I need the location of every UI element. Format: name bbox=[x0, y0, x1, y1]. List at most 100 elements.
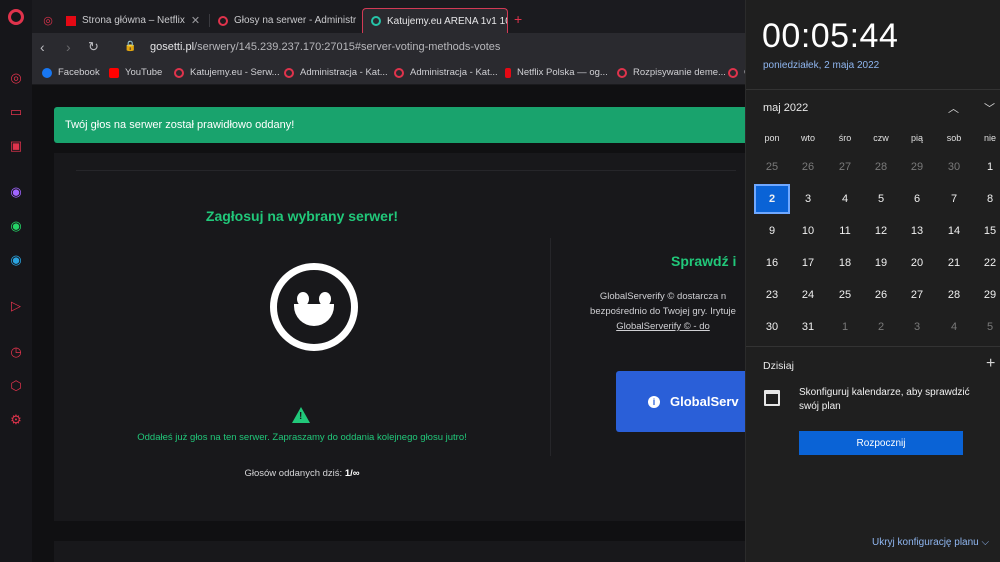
calendar-day[interactable]: 26 bbox=[790, 152, 826, 182]
gs-line-1: GlobalServerify © dostarcza n bbox=[599, 291, 727, 302]
calendar-day[interactable]: 26 bbox=[863, 280, 899, 310]
weekday-label: wto bbox=[800, 133, 815, 143]
calendar-day[interactable]: 1 bbox=[972, 152, 1000, 182]
new-tab-button[interactable]: + bbox=[514, 11, 522, 27]
telegram-icon[interactable]: ◉ bbox=[8, 252, 24, 268]
calendar-day[interactable]: 12 bbox=[863, 216, 899, 246]
hide-plan-link[interactable]: Ukryj konfigurację planu ⌵ bbox=[872, 537, 989, 548]
calendar-day[interactable]: 5 bbox=[972, 312, 1000, 342]
tab-close-icon[interactable]: ✕ bbox=[356, 14, 360, 27]
player-icon[interactable]: ▷ bbox=[8, 298, 24, 314]
month-label[interactable]: maj 2022 bbox=[763, 102, 808, 114]
opera-logo-icon[interactable] bbox=[8, 9, 24, 25]
opera-icon bbox=[617, 67, 627, 78]
tab-katujemy-active[interactable]: Katujemy.eu ARENA 1v1 10 bbox=[362, 8, 508, 33]
calendar-day[interactable]: 1 bbox=[827, 312, 863, 342]
globalserverify-button[interactable]: i GlobalServ bbox=[616, 371, 745, 432]
url-field[interactable]: gosetti.pl/serwery/145.239.237.170:27015… bbox=[150, 41, 500, 53]
calendar-day[interactable]: 31 bbox=[790, 312, 826, 342]
calendar-day[interactable]: 2 bbox=[863, 312, 899, 342]
calendar-day[interactable]: 9 bbox=[754, 216, 790, 246]
globalserverify-button-label: GlobalServ bbox=[670, 394, 739, 409]
forward-icon[interactable]: › bbox=[66, 39, 71, 55]
extensions-icon[interactable]: ⬡ bbox=[8, 378, 24, 394]
calendar-day[interactable]: 28 bbox=[863, 152, 899, 182]
calendar-day[interactable]: 30 bbox=[936, 152, 972, 182]
calendar-day[interactable]: 11 bbox=[827, 216, 863, 246]
calendar-day-today[interactable]: 2 bbox=[754, 184, 790, 214]
calendar-day[interactable]: 22 bbox=[972, 248, 1000, 278]
tab-close-icon[interactable]: ✕ bbox=[185, 14, 200, 27]
add-event-icon[interactable]: + bbox=[986, 355, 995, 373]
screen: ◎ ▭ ▣ ◉ ◉ ◉ ▷ ◷ ⬡ ⚙ ◎ Strona główna – Ne… bbox=[0, 0, 1000, 562]
settings-gear-icon[interactable]: ⚙ bbox=[8, 412, 24, 428]
back-icon[interactable]: ‹ bbox=[40, 39, 45, 55]
smiley-icon bbox=[270, 263, 358, 351]
calendar-day[interactable]: 30 bbox=[754, 312, 790, 342]
facebook-icon bbox=[42, 67, 52, 78]
calendar-day[interactable]: 29 bbox=[972, 280, 1000, 310]
calendar-day[interactable]: 17 bbox=[790, 248, 826, 278]
calendar-day[interactable]: 3 bbox=[899, 312, 935, 342]
calendar-flyout: 00:05:44 poniedziałek, 2 maja 2022 maj 2… bbox=[745, 0, 1000, 562]
speed-dial-icon[interactable]: ◎ bbox=[8, 70, 24, 86]
calendar-day[interactable]: 16 bbox=[754, 248, 790, 278]
calendar-day[interactable]: 23 bbox=[754, 280, 790, 310]
calendar-day[interactable]: 24 bbox=[790, 280, 826, 310]
calendar-day[interactable]: 15 bbox=[972, 216, 1000, 246]
smiley-mouth bbox=[294, 304, 334, 326]
bookmark-facebook[interactable]: Facebook bbox=[42, 67, 100, 78]
opera-icon bbox=[394, 67, 404, 78]
calendar-day[interactable]: 27 bbox=[899, 280, 935, 310]
calendar-day[interactable]: 5 bbox=[863, 184, 899, 214]
calendar-day[interactable]: 3 bbox=[790, 184, 826, 214]
calendar-day[interactable]: 7 bbox=[936, 184, 972, 214]
calendar-day[interactable]: 27 bbox=[827, 152, 863, 182]
chevron-up-icon[interactable]: ︿ bbox=[948, 100, 959, 116]
bookmark-youtube[interactable]: YouTube bbox=[109, 67, 162, 78]
calendar-day[interactable]: 4 bbox=[936, 312, 972, 342]
gx-control-icon[interactable]: ▭ bbox=[8, 104, 24, 120]
twitch-icon[interactable]: ▣ bbox=[8, 138, 24, 154]
whatsapp-icon[interactable]: ◉ bbox=[8, 218, 24, 234]
bookmark-rozpisywanie[interactable]: Rozpisywanie deme... bbox=[617, 67, 726, 78]
tab-glosy[interactable]: Głosy na serwer - Administr ✕ bbox=[210, 8, 360, 33]
start-button[interactable]: Rozpocznij bbox=[799, 431, 963, 455]
calendar-day[interactable]: 19 bbox=[863, 248, 899, 278]
opera-icon bbox=[728, 67, 738, 78]
reload-icon[interactable]: ↻ bbox=[88, 39, 99, 55]
calendar-day[interactable]: 25 bbox=[827, 280, 863, 310]
calendar-day[interactable]: 13 bbox=[899, 216, 935, 246]
calendar-day[interactable]: 4 bbox=[827, 184, 863, 214]
date-link[interactable]: poniedziałek, 2 maja 2022 bbox=[763, 60, 879, 71]
calendar-day[interactable]: 28 bbox=[936, 280, 972, 310]
bookmark-label: Administracja - Kat... bbox=[410, 67, 498, 78]
calendar-day[interactable]: 18 bbox=[827, 248, 863, 278]
calendar-day[interactable]: 8 bbox=[972, 184, 1000, 214]
bookmark-administracja-1[interactable]: Administracja - Kat... bbox=[284, 67, 388, 78]
bookmark-label: YouTube bbox=[125, 67, 163, 78]
messenger-icon[interactable]: ◉ bbox=[8, 184, 24, 200]
chevron-down-icon[interactable]: ﹀ bbox=[984, 100, 995, 116]
warning-icon: ! bbox=[292, 407, 310, 423]
tab-netflix[interactable]: Strona główna – Netflix ✕ bbox=[58, 8, 208, 33]
calendar-day[interactable]: 10 bbox=[790, 216, 826, 246]
votes-label: Głosów oddanych dziś: bbox=[244, 468, 343, 479]
gs-link[interactable]: GlobalServerify © - do bbox=[578, 319, 745, 334]
bookmark-administracja-2[interactable]: Administracja - Kat... bbox=[394, 67, 498, 78]
bookmark-netflix[interactable]: Netflix Polska — og... bbox=[505, 67, 608, 78]
weekday-label: pon bbox=[764, 133, 780, 143]
gs-line-2: bezpośrednio do Twojej gry. Irytuje bbox=[590, 306, 736, 317]
bookmark-label: Netflix Polska — og... bbox=[517, 67, 608, 78]
calendar-day[interactable]: 14 bbox=[936, 216, 972, 246]
calendar-day[interactable]: 29 bbox=[899, 152, 935, 182]
calendar-day[interactable]: 6 bbox=[899, 184, 935, 214]
calendar-day[interactable]: 20 bbox=[899, 248, 935, 278]
history-icon[interactable]: ◷ bbox=[8, 344, 24, 360]
gamepad-icon[interactable]: ◎ bbox=[40, 12, 56, 28]
already-voted-message: Oddałeś już głos na ten serwer. Zaprasza… bbox=[137, 432, 467, 443]
calendar-day[interactable]: 25 bbox=[754, 152, 790, 182]
calendar-day[interactable]: 21 bbox=[936, 248, 972, 278]
page-content: Zagłosuj na wybrany serwer! ! Oddałeś ju… bbox=[32, 85, 745, 562]
bookmark-katujemy[interactable]: Katujemy.eu - Serw... bbox=[174, 67, 280, 78]
